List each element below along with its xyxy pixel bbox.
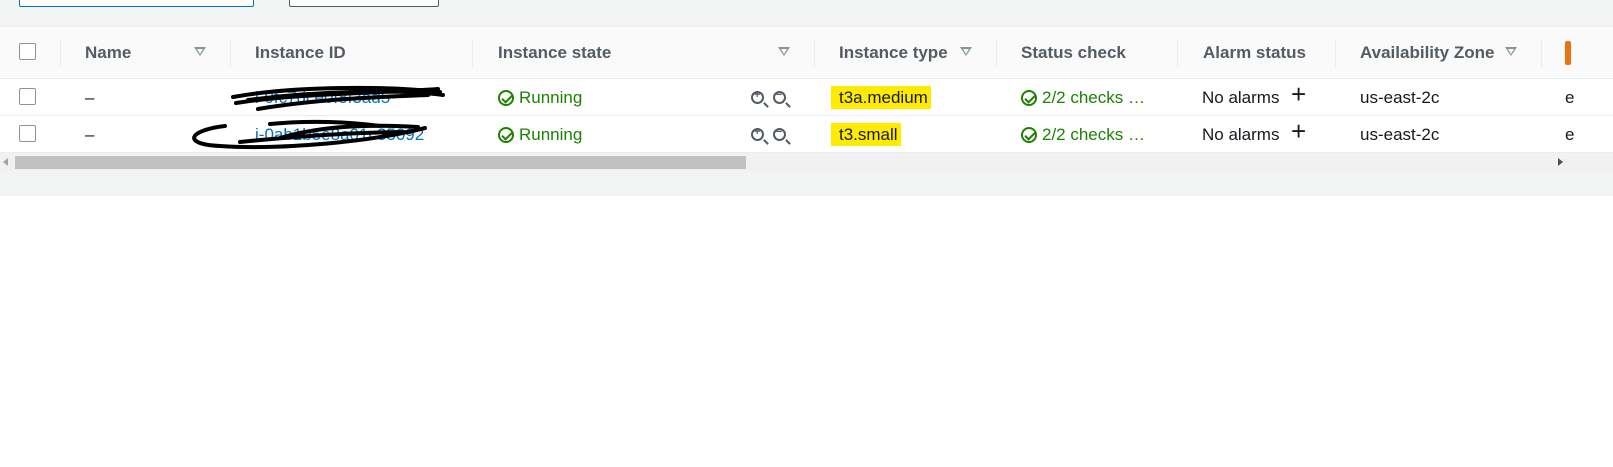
column-header-instance-state[interactable]: Instance state (498, 43, 611, 63)
instance-type: t3a.medium (831, 86, 931, 109)
plus-icon[interactable]: + (1291, 81, 1306, 107)
check-circle-icon (498, 90, 514, 106)
next-column-cell: e (1565, 88, 1575, 107)
instance-state-label: Running (519, 125, 583, 144)
status-check-label: 2/2 checks … (1042, 125, 1145, 144)
zoom-out-icon[interactable] (772, 126, 786, 141)
sort-icon-instance-state[interactable] (778, 47, 790, 56)
table-header: Name Instance ID Instance state Instance… (0, 27, 1613, 79)
column-header-availability-zone[interactable]: Availability Zone (1360, 43, 1494, 63)
next-column-cell: e (1565, 125, 1575, 144)
horizontal-scrollbar[interactable] (0, 153, 1613, 171)
sort-icon-instance-type[interactable] (960, 47, 972, 56)
check-circle-icon (498, 127, 514, 143)
column-divider[interactable] (1177, 40, 1178, 67)
row-checkbox[interactable] (19, 125, 36, 142)
instance-state: Running (498, 125, 582, 145)
toolbar-area (0, 0, 1613, 27)
instance-type-highlighted: t3.small (831, 123, 901, 146)
scroll-left-icon[interactable] (3, 158, 8, 166)
alarm-status-label: No alarms (1202, 88, 1280, 107)
status-check-label: 2/2 checks … (1042, 88, 1145, 107)
column-divider[interactable] (60, 40, 61, 67)
availability-zone: us-east-2c (1360, 88, 1440, 107)
instance-id-link[interactable]: i-0fc7dce0f8f3ad5 (255, 88, 390, 108)
instance-name: – (85, 88, 95, 107)
instance-name: – (85, 125, 95, 144)
column-header-instance-type[interactable]: Instance type (839, 43, 948, 63)
plus-icon[interactable]: + (1291, 118, 1306, 144)
zoom-in-icon[interactable] (751, 126, 764, 141)
toolbar-button-primary[interactable] (19, 0, 254, 7)
state-zoom-controls (751, 126, 786, 146)
alarm-status-label: No alarms (1202, 125, 1280, 144)
toolbar-button-secondary[interactable] (289, 0, 439, 7)
table-row[interactable]: – i-0ab1b5e8a01c35092 Running t3.small 2… (0, 116, 1613, 153)
column-divider[interactable] (472, 40, 473, 67)
sort-icon-name[interactable] (194, 47, 206, 56)
table-footer-area (0, 171, 1613, 196)
column-divider[interactable] (230, 40, 231, 67)
state-zoom-controls (751, 89, 786, 109)
table-row[interactable]: – i-0fc7dce0f8f3ad5 Running t3a.medium 2… (0, 79, 1613, 116)
column-divider[interactable] (1335, 40, 1336, 67)
instance-type-highlighted: t3a.medium (831, 86, 931, 109)
select-all-checkbox[interactable] (19, 43, 36, 60)
instance-state-label: Running (519, 88, 583, 107)
column-header-status-check[interactable]: Status check (1021, 43, 1126, 63)
availability-zone: us-east-2c (1360, 125, 1440, 144)
status-check[interactable]: 2/2 checks … (1021, 125, 1145, 145)
check-circle-icon (1021, 127, 1037, 143)
row-checkbox[interactable] (19, 88, 36, 105)
column-divider[interactable] (996, 40, 997, 67)
instance-state: Running (498, 88, 582, 108)
column-header-name[interactable]: Name (85, 43, 131, 63)
instance-type: t3.small (831, 123, 901, 146)
next-column-header-edge (1565, 41, 1571, 65)
column-header-instance-id[interactable]: Instance ID (255, 43, 346, 63)
instance-id-link[interactable]: i-0ab1b5e8a01c35092 (255, 125, 424, 145)
column-header-alarm-status[interactable]: Alarm status (1203, 43, 1306, 63)
column-divider[interactable] (1541, 40, 1542, 67)
sort-icon-availability-zone[interactable] (1505, 47, 1517, 56)
check-circle-icon (1021, 90, 1037, 106)
scrollbar-thumb[interactable] (15, 156, 746, 169)
scroll-right-icon[interactable] (1558, 158, 1563, 166)
status-check[interactable]: 2/2 checks … (1021, 88, 1145, 108)
column-divider[interactable] (814, 40, 815, 67)
zoom-out-icon[interactable] (772, 89, 786, 104)
zoom-in-icon[interactable] (751, 89, 764, 104)
